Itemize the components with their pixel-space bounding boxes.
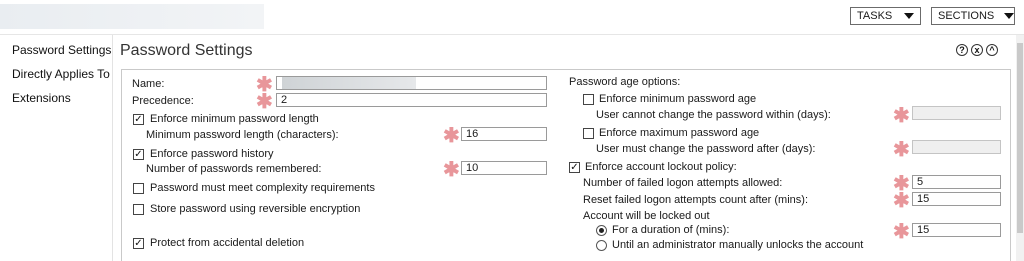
sidebar: Password Settings Directly Applies To Ex… (0, 35, 113, 261)
scrollbar-thumb[interactable] (1017, 43, 1023, 233)
sidebar-item-password-settings[interactable]: Password Settings (12, 43, 111, 57)
protect-deletion-checkbox[interactable]: ✓ (133, 238, 144, 249)
admin-unlock-radio[interactable] (596, 240, 607, 251)
reversible-encryption-label: Store password using reversible encrypti… (150, 203, 361, 215)
enforce-min-age-checkbox[interactable] (583, 94, 594, 105)
min-length-label: Minimum password length (characters): (146, 129, 339, 141)
precedence-label: Precedence: (132, 95, 194, 107)
name-label: Name: (132, 78, 165, 90)
chevron-down-icon (1004, 13, 1015, 19)
close-icon[interactable]: x (971, 44, 983, 56)
required-icon: ✱ (256, 91, 273, 113)
duration-field[interactable]: 15 (912, 223, 1001, 237)
min-length-field[interactable]: 16 (461, 127, 547, 141)
enforce-max-age-checkbox[interactable] (583, 128, 594, 139)
lockout-checkbox[interactable]: ✓ (569, 162, 580, 173)
tasks-label: TASKS (857, 10, 893, 22)
reversible-encryption-checkbox[interactable] (133, 204, 144, 215)
required-icon: ✱ (443, 125, 460, 147)
min-age-field[interactable] (912, 106, 1001, 120)
required-icon: ✱ (893, 190, 910, 212)
tasks-button[interactable]: TASKS (850, 7, 921, 25)
lockout-label: Enforce account lockout policy: (585, 161, 737, 173)
protect-deletion-label: Protect from accidental deletion (150, 237, 305, 249)
divider (0, 34, 1024, 35)
max-age-field[interactable] (912, 140, 1001, 154)
enforce-min-age-label: Enforce minimum password age (599, 93, 757, 105)
min-age-label: User cannot change the password within (… (596, 109, 831, 121)
complexity-label: Password must meet complexity requiremen… (150, 182, 375, 194)
sidebar-item-directly-applies-to[interactable]: Directly Applies To (12, 67, 110, 81)
required-icon: ✱ (443, 159, 460, 181)
required-icon: ✱ (893, 105, 910, 127)
age-options-label: Password age options: (569, 76, 681, 88)
max-age-label: User must change the password after (day… (596, 143, 816, 155)
sections-button[interactable]: SECTIONS (931, 7, 1015, 25)
enforce-min-length-label: Enforce minimum password length (150, 113, 319, 125)
reset-after-label: Reset failed logon attempts count after … (583, 194, 808, 206)
duration-radio[interactable] (596, 225, 607, 236)
vertical-scrollbar[interactable] (1016, 35, 1024, 261)
admin-unlock-label: Until an administrator manually unlocks … (612, 239, 864, 251)
section-header-icons: ? x ^ (956, 44, 998, 56)
sections-label: SECTIONS (938, 10, 995, 22)
enforce-history-label: Enforce password history (150, 148, 274, 160)
duration-label: For a duration of (mins): (612, 224, 730, 236)
section-title: Password Settings (120, 42, 253, 59)
enforce-min-length-checkbox[interactable]: ✓ (133, 114, 144, 125)
enforce-max-age-label: Enforce maximum password age (599, 127, 760, 139)
reset-after-field[interactable]: 15 (912, 192, 1001, 206)
enforce-history-checkbox[interactable]: ✓ (133, 149, 144, 160)
sidebar-item-extensions[interactable]: Extensions (12, 91, 71, 105)
chevron-down-icon (904, 13, 914, 19)
window-title-redacted (0, 4, 264, 29)
help-icon[interactable]: ? (956, 44, 968, 56)
complexity-checkbox[interactable] (133, 183, 144, 194)
collapse-icon[interactable]: ^ (986, 44, 998, 56)
locked-out-label: Account will be locked out (583, 210, 710, 222)
required-icon: ✱ (893, 139, 910, 161)
precedence-field[interactable]: 2 (276, 93, 547, 107)
failed-attempts-label: Number of failed logon attempts allowed: (583, 177, 783, 189)
failed-attempts-field[interactable]: 5 (912, 175, 1001, 189)
required-icon: ✱ (893, 221, 910, 243)
history-field[interactable]: 10 (461, 161, 547, 175)
history-label: Number of passwords remembered: (146, 163, 322, 175)
top-bar: TASKS SECTIONS (0, 0, 1024, 34)
name-value-redacted (282, 77, 416, 89)
